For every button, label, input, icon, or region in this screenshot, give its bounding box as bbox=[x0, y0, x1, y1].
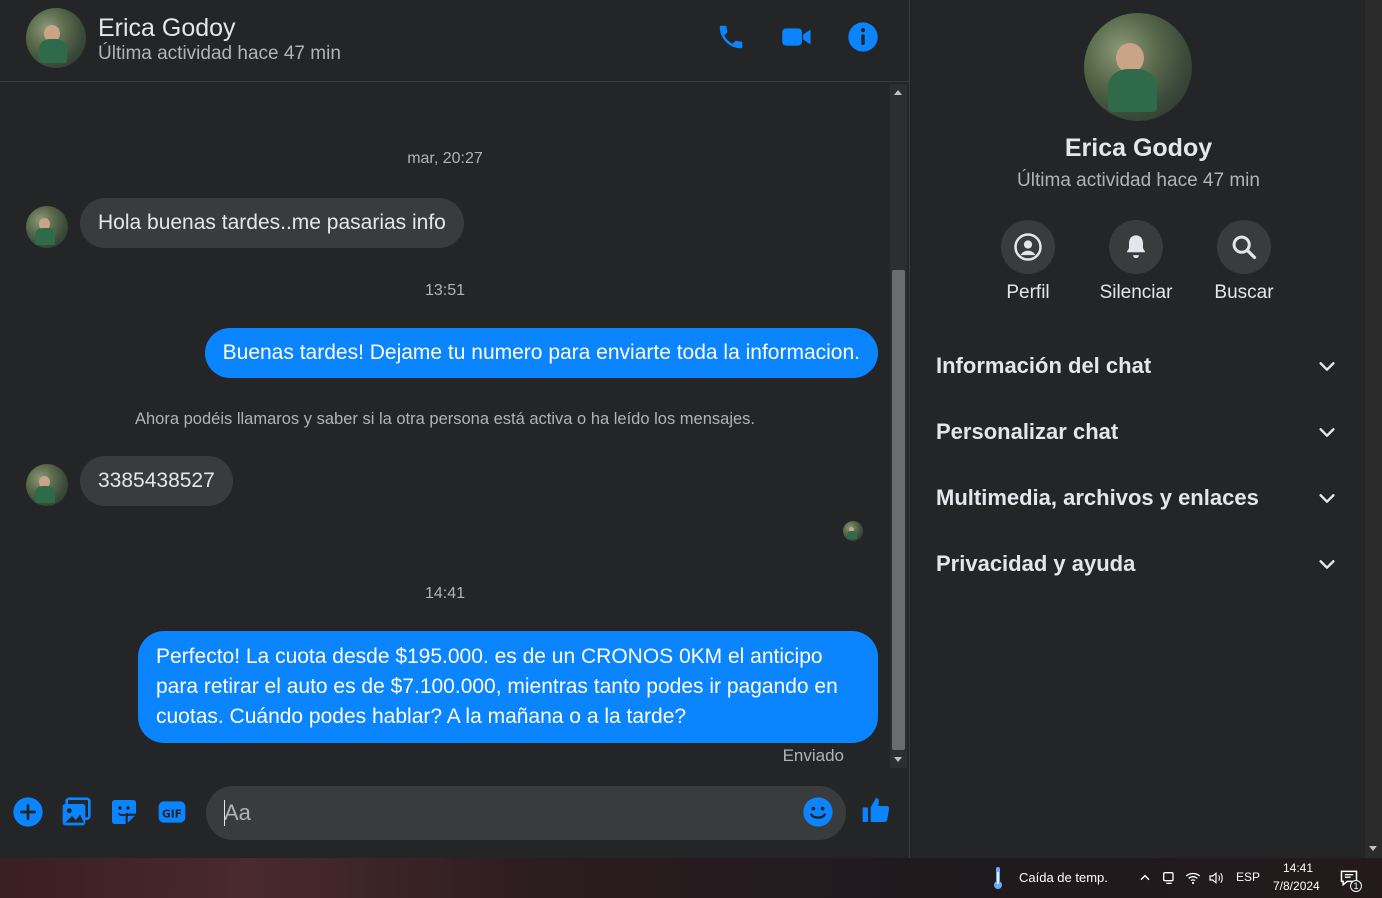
message-input[interactable] bbox=[224, 786, 794, 840]
section-label: Privacidad y ayuda bbox=[936, 551, 1136, 576]
section-chat-info[interactable]: Información del chat bbox=[922, 338, 1352, 394]
system-notice: Ahora podéis llamaros y saber si la otra… bbox=[135, 410, 755, 428]
image-icon[interactable] bbox=[60, 796, 92, 828]
section-label: Personalizar chat bbox=[936, 419, 1119, 444]
section-media-files-links[interactable]: Multimedia, archivos y enlaces bbox=[922, 470, 1352, 526]
timestamp: 13:51 bbox=[424, 282, 466, 299]
chevron-down-icon bbox=[1319, 494, 1335, 503]
info-icon[interactable] bbox=[846, 20, 880, 54]
wifi-icon[interactable] bbox=[1183, 868, 1203, 888]
search-icon[interactable] bbox=[1217, 220, 1271, 274]
text-caret bbox=[224, 800, 225, 826]
scroll-down-arrow[interactable] bbox=[1369, 846, 1377, 851]
scroll-up-arrow[interactable] bbox=[894, 90, 902, 95]
timestamp: 14:41 bbox=[424, 585, 466, 602]
section-label: Información del chat bbox=[936, 353, 1152, 378]
outgoing-message[interactable]: Perfecto! La cuota desde $195.000. es de… bbox=[138, 631, 878, 743]
sticker-icon[interactable] bbox=[108, 796, 140, 828]
chevron-up-icon[interactable] bbox=[1135, 868, 1155, 888]
section-label: Multimedia, archivos y enlaces bbox=[936, 485, 1259, 510]
scroll-down-arrow[interactable] bbox=[894, 757, 902, 762]
contact-status: Última actividad hace 47 min bbox=[98, 43, 341, 64]
profile-action[interactable]: Perfil bbox=[978, 220, 1078, 304]
contact-avatar[interactable] bbox=[26, 8, 86, 68]
contact-name[interactable]: Erica Godoy bbox=[98, 14, 236, 43]
search-label: Buscar bbox=[1214, 282, 1274, 303]
gif-icon[interactable]: GIF bbox=[156, 796, 188, 828]
sent-status: Enviado bbox=[782, 746, 844, 765]
chevron-down-icon bbox=[1319, 560, 1335, 569]
outgoing-message[interactable]: Buenas tardes! Dejame tu numero para env… bbox=[204, 328, 878, 378]
message-avatar bbox=[26, 206, 68, 248]
message-input-box[interactable] bbox=[206, 786, 846, 840]
chevron-down-icon bbox=[1319, 428, 1335, 437]
window-scrollbar[interactable] bbox=[1365, 0, 1382, 858]
volume-icon[interactable] bbox=[1206, 868, 1226, 888]
profile-icon[interactable] bbox=[1001, 220, 1055, 274]
message-list[interactable]: mar, 20:27 Hola buenas tardes..me pasari… bbox=[0, 84, 890, 774]
message-avatar bbox=[26, 464, 68, 506]
notification-count: 1 bbox=[1350, 880, 1362, 892]
search-action[interactable]: Buscar bbox=[1194, 220, 1294, 304]
section-privacy-help[interactable]: Privacidad y ayuda bbox=[922, 536, 1352, 592]
like-icon[interactable] bbox=[860, 794, 892, 826]
mute-action[interactable]: Silenciar bbox=[1086, 220, 1186, 304]
profile-label: Perfil bbox=[1006, 282, 1050, 303]
thermometer-icon[interactable] bbox=[988, 866, 1008, 890]
mute-label: Silenciar bbox=[1099, 282, 1173, 303]
scroll-thumb[interactable] bbox=[892, 270, 905, 750]
clock-date[interactable]: 7/8/2024 bbox=[1273, 879, 1320, 893]
meet-icon[interactable] bbox=[1159, 868, 1179, 888]
language-indicator[interactable]: ESP bbox=[1236, 870, 1260, 884]
chevron-down-icon bbox=[1319, 362, 1335, 371]
incoming-message[interactable]: Hola buenas tardes..me pasarias info bbox=[80, 198, 464, 248]
weather-text[interactable]: Caída de temp. bbox=[1019, 870, 1108, 885]
video-call-icon[interactable] bbox=[780, 20, 814, 54]
plus-icon[interactable] bbox=[12, 796, 44, 828]
incoming-message[interactable]: 3385438527 bbox=[80, 456, 233, 506]
chat-pane: Erica Godoy Última actividad hace 47 min… bbox=[0, 0, 910, 858]
info-avatar[interactable] bbox=[1084, 13, 1192, 121]
phone-icon[interactable] bbox=[714, 20, 748, 54]
info-contact-status: Última actividad hace 47 min bbox=[1017, 170, 1260, 191]
taskbar: Caída de temp. ESP 14:41 7/8/2024 1 bbox=[0, 858, 1382, 898]
chat-header: Erica Godoy Última actividad hace 47 min bbox=[0, 0, 910, 82]
composer: GIF bbox=[0, 784, 910, 844]
info-contact-name: Erica Godoy bbox=[1064, 134, 1213, 162]
timestamp: mar, 20:27 bbox=[407, 150, 483, 167]
emoji-icon[interactable] bbox=[802, 796, 834, 833]
bell-icon[interactable] bbox=[1109, 220, 1163, 274]
seen-indicator-avatar bbox=[843, 521, 863, 541]
chat-scrollbar[interactable] bbox=[890, 84, 907, 768]
svg-text:GIF: GIF bbox=[162, 807, 182, 820]
info-panel: Erica Godoy Última actividad hace 47 min… bbox=[912, 0, 1365, 858]
clock-time[interactable]: 14:41 bbox=[1283, 861, 1313, 875]
section-customize-chat[interactable]: Personalizar chat bbox=[922, 404, 1352, 460]
